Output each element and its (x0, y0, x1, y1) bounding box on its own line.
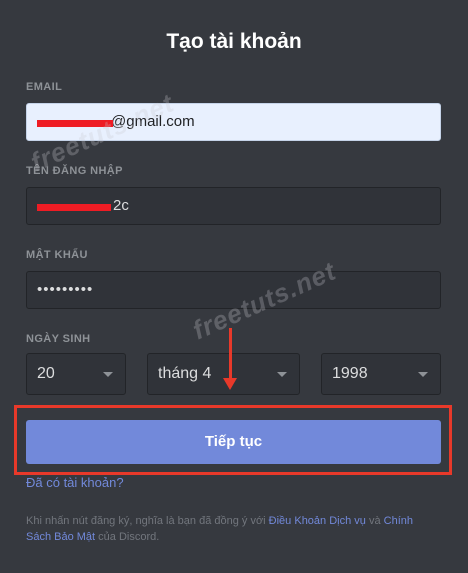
annotation-arrow-icon (223, 378, 237, 390)
terms-prefix: Khi nhấn nút đăng ký, nghĩa là bạn đã đồ… (26, 515, 269, 527)
year-value: 1998 (332, 365, 368, 382)
email-label: EMAIL (26, 81, 63, 93)
day-value: 20 (37, 365, 55, 382)
chevron-down-icon (418, 372, 428, 377)
terms-middle: và (365, 515, 384, 527)
day-select[interactable]: 20 (26, 353, 126, 395)
login-link[interactable]: Đã có tài khoản? (26, 475, 124, 490)
redaction-mark (37, 204, 111, 211)
password-label: MẬT KHẨU (26, 249, 88, 261)
birthdate-label: NGÀY SINH (26, 333, 91, 345)
page-title: Tạo tài khoản (166, 30, 302, 53)
username-field[interactable]: 2c (26, 187, 441, 225)
terms-suffix: của Discord. (95, 531, 160, 543)
annotation-highlight-box (14, 405, 452, 475)
annotation-arrow-shaft (229, 328, 232, 380)
password-value: ••••••••• (37, 281, 94, 298)
month-value: tháng 4 (158, 365, 212, 382)
terms-text: Khi nhấn nút đăng ký, nghĩa là bạn đã đồ… (26, 513, 426, 545)
chevron-down-icon (103, 372, 113, 377)
chevron-down-icon (277, 372, 287, 377)
year-select[interactable]: 1998 (321, 353, 441, 395)
terms-of-service-link[interactable]: Điều Khoản Dịch vụ (269, 515, 366, 527)
